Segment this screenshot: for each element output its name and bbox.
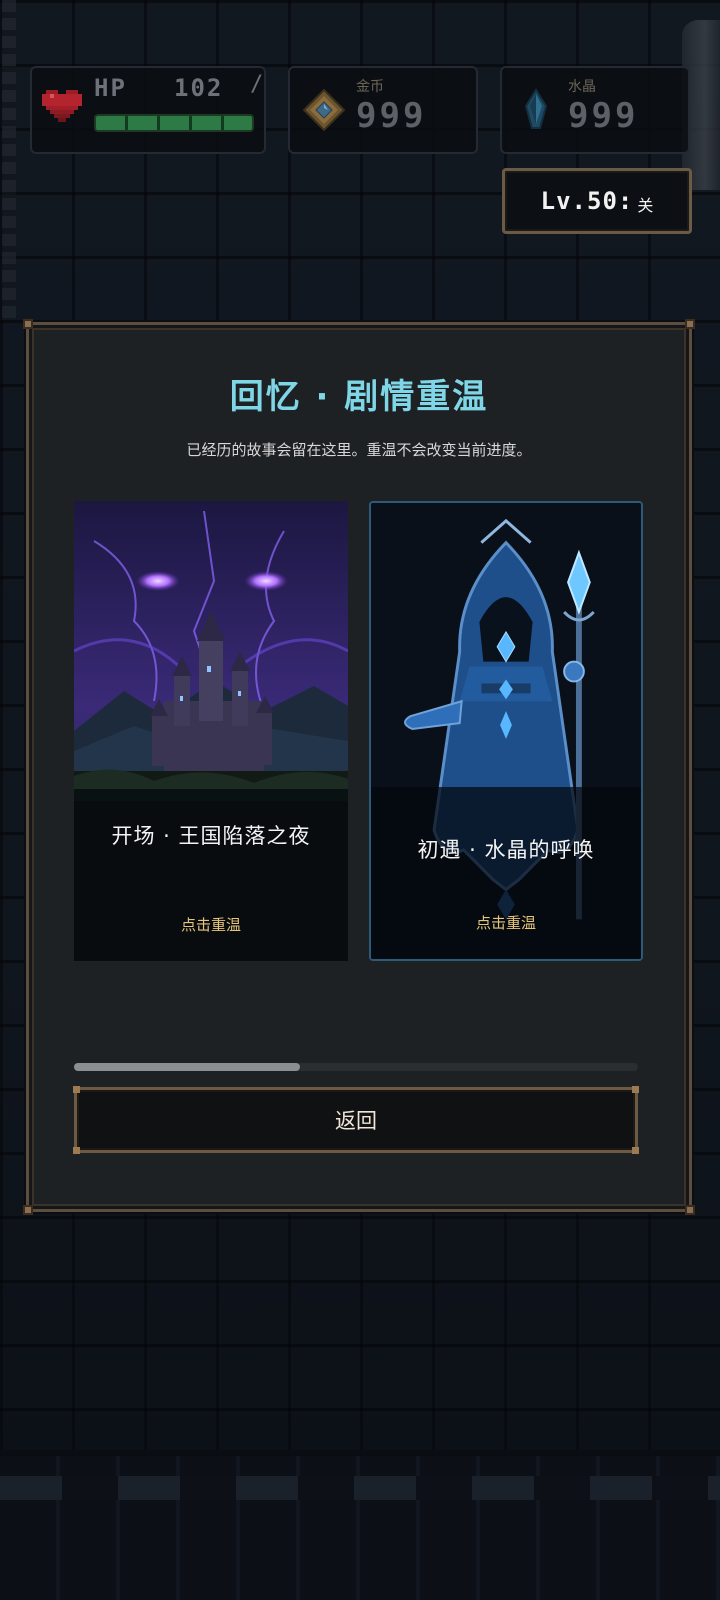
story-card-opening[interactable]: 开场 · 王国陷落之夜 点击重温 bbox=[74, 501, 348, 961]
card-caption: 初遇 · 水晶的呼唤 点击重温 bbox=[371, 787, 641, 959]
castle-floor bbox=[0, 1450, 720, 1600]
crystal-panel: 水晶 999 bbox=[500, 66, 690, 154]
panel-corner bbox=[23, 319, 33, 329]
crystal-icon bbox=[524, 88, 548, 129]
crystal-label: 水晶 bbox=[568, 79, 596, 95]
heart-icon bbox=[42, 90, 82, 122]
panel-corner bbox=[685, 1205, 695, 1215]
panel-corner bbox=[23, 1205, 33, 1215]
memory-replay-panel: 回忆 · 剧情重温 已经历的故事会留在这里。重温不会改变当前进度。 开场 · 王… bbox=[23, 319, 695, 1215]
button-corner bbox=[632, 1086, 639, 1093]
hp-value: 102 bbox=[174, 74, 224, 102]
hp-bar bbox=[94, 114, 254, 132]
scrollbar-thumb[interactable] bbox=[74, 1063, 300, 1071]
button-corner bbox=[632, 1147, 639, 1154]
level-badge[interactable]: Lv.50: 关 bbox=[502, 168, 692, 234]
gold-panel: 金币 999 bbox=[288, 66, 478, 154]
panel-corner bbox=[685, 319, 695, 329]
gold-value: 999 bbox=[356, 96, 427, 136]
card-title: 初遇 · 水晶的呼唤 bbox=[417, 838, 595, 862]
panel-subtitle: 已经历的故事会留在这里。重温不会改变当前进度。 bbox=[186, 441, 532, 459]
gold-coin-icon bbox=[302, 88, 346, 132]
level-text: Lv.50: bbox=[540, 187, 634, 215]
story-card-encounter[interactable]: 初遇 · 水晶的呼唤 点击重温 bbox=[369, 501, 643, 961]
card-caption: 开场 · 王国陷落之夜 点击重温 bbox=[74, 789, 348, 961]
card-title: 开场 · 王国陷落之夜 bbox=[111, 824, 311, 848]
panel-title: 回忆 · 剧情重温 bbox=[229, 377, 489, 417]
hp-label: HP bbox=[94, 74, 127, 102]
replay-link[interactable]: 点击重温 bbox=[371, 912, 641, 933]
hp-slash: / bbox=[250, 72, 264, 97]
gold-label: 金币 bbox=[356, 79, 384, 95]
back-button-label: 返回 bbox=[335, 1109, 377, 1133]
crystal-value: 999 bbox=[568, 96, 639, 136]
horizontal-scrollbar[interactable] bbox=[74, 1063, 638, 1071]
hp-bar-fill bbox=[96, 116, 252, 130]
level-suffix: 关 bbox=[637, 196, 654, 215]
back-button[interactable]: 返回 bbox=[73, 1086, 639, 1154]
replay-link[interactable]: 点击重温 bbox=[74, 914, 348, 935]
hp-panel: HP 102 / bbox=[30, 66, 266, 154]
button-corner bbox=[73, 1147, 80, 1154]
button-corner bbox=[73, 1086, 80, 1093]
